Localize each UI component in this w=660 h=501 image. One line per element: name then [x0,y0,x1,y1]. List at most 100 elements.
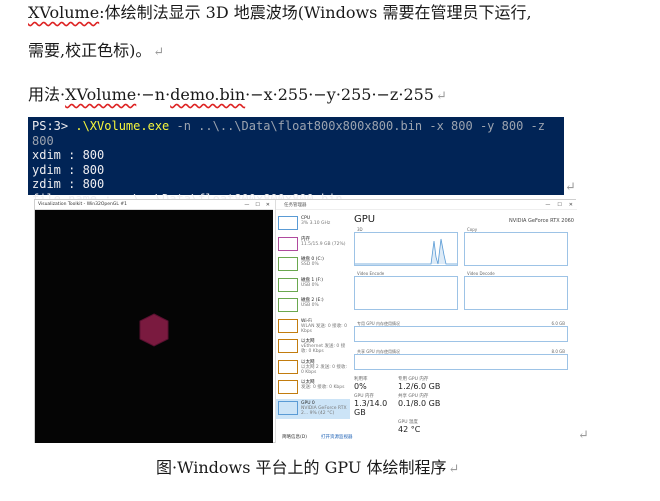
graph-dedicated-memory: 专用 GPU 内存使用情况 6.0 GB [354,321,568,342]
close-icon[interactable]: ✕ [569,202,573,208]
graph-label: 共享 GPU 内存使用情况 [357,349,400,354]
graph-max-label: 8.0 GB [551,349,565,354]
minimize-icon[interactable]: — [545,202,550,208]
sidebar-item-memory[interactable]: 内存 11.5/15.9 GB (72%) [276,235,350,256]
brief-info-button[interactable]: 简略信息(D) [282,434,307,440]
item-label: Wi-Fi [301,318,312,324]
dedicated-value: 1.2/6.0 GB [398,382,441,391]
sidebar-item-gpu[interactable]: GPU 0 NVIDIA GeForce RTX 2... 9% (42 °C) [276,398,350,419]
task-manager-titlebar: 任务管理器 — ☐ ✕ [276,200,577,210]
cpu-sparkline [278,216,298,230]
item-sub: USB 0% [301,282,319,288]
sidebar-item-ethernet[interactable]: 以太网 vEthernet 发送: 0 接收: 0 Kbps [276,337,350,358]
disk-sparkline [278,257,298,271]
graph-copy: Copy [464,227,568,266]
resource-monitor-link[interactable]: 打开资源监视器 [321,434,353,440]
memory-sparkline [278,236,298,251]
description-line-1: :体绘制法显示 3D 地震波场(Windows 需要在管理员下运行, [99,3,532,22]
paragraph-mark: ↵ [153,45,165,60]
graph-label: 3D [357,227,363,232]
item-sub: USB 0% [301,303,319,309]
sidebar-item-disk0[interactable]: 磁盘 0 (C:) SSD 0% [276,255,350,276]
graph-video-decode: Video Decode [464,271,568,310]
item-label: GPU 0 [301,400,315,406]
disk-sparkline [278,298,298,312]
graph-shared-memory: 共享 GPU 内存使用情况 8.0 GB [354,349,568,370]
exe-name: .\XVolume.exe [68,119,170,133]
item-sub: 发送: 0 接收: 0 Kbps [301,385,345,391]
paragraph-mark: ↵ [565,180,576,195]
output-line: ydim : 800 [32,162,105,177]
paragraph-description-line-2: 需要,校正色标)。 ↵ [28,40,164,64]
sidebar-item-ethernet[interactable]: 以太网 以太网 2 发送: 0 接收: 0 Kbps [276,358,350,379]
gpu-mem-value: 1.3/14.0 GB [354,399,388,417]
graph-video-encode: Video Encode [354,271,458,310]
description-line-2: 需要,校正色标)。 [28,41,152,60]
sidebar-item-ethernet[interactable]: 以太网 发送: 0 接收: 0 Kbps [276,378,350,399]
graph-label: Video Encode [357,271,385,276]
network-sparkline [278,380,298,394]
usage-file: demo.bin [170,85,246,104]
shared-value: 0.1/8.0 GB [398,399,441,408]
performance-sidebar: CPU 3% 3.10 GHz 内存 11.5/15.9 GB (72%) 磁盘 0… [276,214,350,419]
usage-args-1: ·−n· [136,85,171,104]
vtk-window-titlebar: Visualization Toolkit - Win32OpenGL #1 —… [35,200,273,210]
caption-text: 图·Windows 平台上的 GPU 体绘制程序 [156,458,447,477]
graph-label: Copy [467,227,478,232]
network-sparkline [278,318,298,333]
gpu-model: NVIDIA GeForce RTX 2060 [509,218,574,224]
vtk-render-window: Visualization Toolkit - Win32OpenGL #1 —… [35,200,273,443]
gpu-sparkline [278,400,298,415]
minimize-icon[interactable]: — [244,202,249,208]
output-line: zdim : 800 [32,177,105,191]
util-value: 0% [354,382,367,391]
item-sub: SSD 0% [301,262,319,268]
graph-3d: 3D [354,227,458,266]
item-label: 以太网 [301,359,315,365]
usage-label: 用法· [28,85,66,104]
gpu-stats: 利用率 0% 专用 GPU 内存 1.2/6.0 GB GPU 内存 1.3/14.0… [354,376,574,434]
task-manager-window: 任务管理器 — ☐ ✕ CPU 3% 3.10 GHz 内存 11.5/15.9 G… [275,200,577,443]
sidebar-item-disk2[interactable]: 磁盘 2 (E:) USB 0% [276,296,350,317]
item-sub: 以太网 2 发送: 0 接收: 0 Kbps [301,364,347,375]
sidebar-item-disk1[interactable]: 磁盘 1 (F:) USB 0% [276,276,350,297]
usage-line: 用法·XVolume·−n·demo.bin·−x·255·−y·255·−z·… [28,84,447,108]
render-canvas[interactable] [35,210,273,443]
prompt: PS:3> [32,119,69,133]
disk-sparkline [278,277,298,292]
figure-caption: 图·Windows 平台上的 GPU 体绘制程序 ↵ [156,457,459,481]
volume-hexagon [139,313,169,347]
item-sub: 3% 3.10 GHz [301,221,331,227]
graph-max-label: 6.0 GB [551,321,565,326]
sidebar-item-cpu[interactable]: CPU 3% 3.10 GHz [276,214,350,235]
gpu-heading: GPU [354,214,376,225]
output-line: xdim : 800 [32,148,105,162]
graph-3d-line [355,238,457,265]
close-icon[interactable]: ✕ [266,202,270,208]
powershell-output: PS:3> .\XVolume.exe -n ..\..\Data\float8… [28,117,564,206]
vtk-window-title: Visualization Toolkit - Win32OpenGL #1 [38,202,127,207]
usage-command: XVolume [65,85,137,104]
item-sub: NVIDIA GeForce RTX 2... 9% (42 °C) [301,405,347,416]
task-manager-title: 任务管理器 [284,202,307,208]
maximize-icon[interactable]: ☐ [557,202,561,208]
paragraph-mark: ↵ [448,462,460,477]
usage-args-2: ·−x·255·−y·255·−z·255 [245,85,434,104]
network-sparkline [278,339,298,353]
item-sub: WLAN 发送: 0 接收: 0 Kbps [301,323,347,334]
paragraph-mark: ↵ [578,428,589,443]
paragraph-mark: ↵ [435,89,447,104]
graph-label: Video Decode [467,271,495,276]
network-sparkline [278,359,298,374]
item-sub: vEthernet 发送: 0 接收: 0 Kbps [301,344,346,355]
command-line: PS:3> .\XVolume.exe -n ..\..\Data\float8… [32,119,560,148]
xvolume-name: XVolume [28,3,100,22]
item-sub: 11.5/15.9 GB (72%) [301,241,346,247]
sidebar-item-wifi[interactable]: Wi-Fi WLAN 发送: 0 接收: 0 Kbps [276,317,350,338]
temp-value: 42 °C [398,425,421,434]
task-manager-footer: 简略信息(D) 打开资源监视器 [282,434,352,440]
graph-label: 专用 GPU 内存使用情况 [357,321,400,326]
item-label: 内存 [301,236,310,242]
maximize-icon[interactable]: ☐ [255,202,259,208]
gpu-rendering-screenshot: Visualization Toolkit - Win32OpenGL #1 —… [34,199,577,443]
